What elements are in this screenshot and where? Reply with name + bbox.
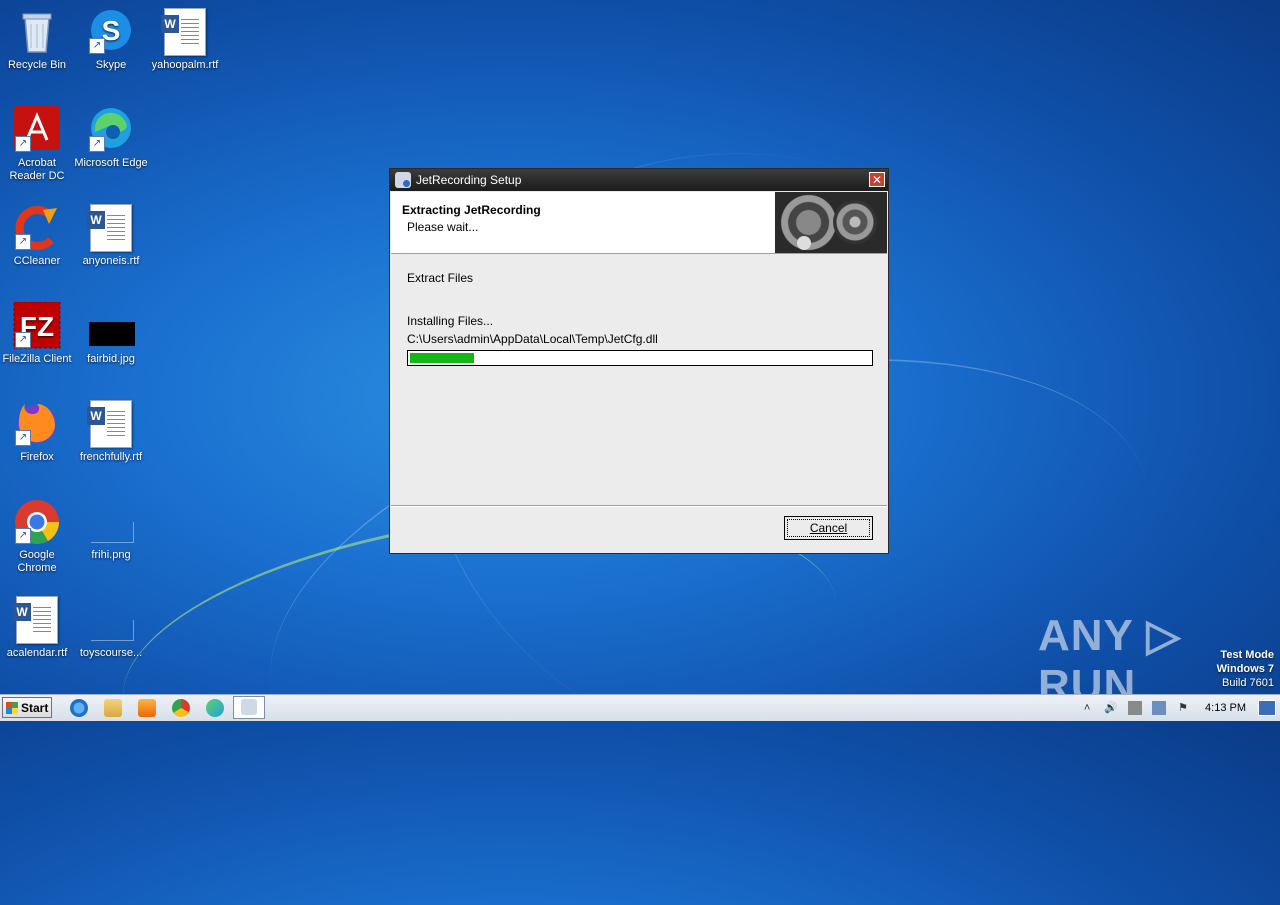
- section-label: Extract Files: [407, 271, 474, 285]
- desktop-icon-skype[interactable]: S ↗ Skype: [74, 8, 148, 72]
- speaker-icon[interactable]: 🔊: [1104, 701, 1118, 715]
- image-thumbnail-icon: [87, 302, 135, 350]
- setup-dialog: JetRecording Setup ✕ Extracting JetRecor…: [389, 168, 889, 554]
- rtf-document-icon: W: [87, 204, 132, 252]
- shortcut-arrow-icon: ↗: [89, 38, 105, 54]
- desktop-icon-toyscourse[interactable]: toyscourse...: [74, 596, 148, 660]
- desktop-icon-acrobat[interactable]: ↗ Acrobat Reader DC: [0, 106, 74, 183]
- dialog-titlebar[interactable]: JetRecording Setup: [390, 169, 888, 191]
- acrobat-reader-icon: ↗: [13, 106, 61, 154]
- shortcut-arrow-icon: ↗: [15, 136, 31, 152]
- recycle-bin-icon: [13, 8, 61, 56]
- test-mode-line: Test Mode: [1220, 649, 1274, 661]
- windows-logo-icon: [6, 701, 18, 714]
- desktop-icon-frihi[interactable]: frihi.png: [74, 498, 148, 562]
- taskbar-setup-window[interactable]: [233, 696, 265, 719]
- rtf-document-icon: W: [161, 8, 206, 56]
- desktop-icon-edge[interactable]: ↗ Microsoft Edge: [74, 106, 148, 170]
- desktop-icon-label: frenchfully.rtf: [79, 451, 143, 463]
- dialog-title: JetRecording Setup: [416, 173, 522, 187]
- dialog-header-panel: Extracting JetRecording Please wait...: [391, 192, 887, 254]
- rtf-document-icon: W: [87, 400, 132, 448]
- shortcut-arrow-icon: ↗: [15, 430, 31, 446]
- show-desktop-button[interactable]: [1258, 700, 1276, 716]
- desktop-icon-label: CCleaner: [13, 255, 61, 267]
- image-thumbnail-icon: [87, 498, 135, 546]
- gears-banner-image: [775, 192, 887, 253]
- footer-divider: [391, 505, 887, 507]
- chrome-icon: ↗: [13, 498, 61, 546]
- desktop-icon-label: acalendar.rtf: [6, 647, 68, 659]
- desktop-icon-label: Skype: [95, 59, 127, 71]
- desktop-icon-label: Recycle Bin: [7, 59, 67, 71]
- desktop-icon-yahoopalm[interactable]: W yahoopalm.rtf: [148, 8, 222, 72]
- desktop-icon-chrome[interactable]: ↗ Google Chrome: [0, 498, 74, 575]
- system-tray: ˄ 🔊 ⚑ 4:13 PM: [1075, 695, 1280, 721]
- status-text: Installing Files...: [407, 314, 494, 328]
- cancel-button-label: Cancel: [809, 521, 848, 535]
- tray-chevron-icon[interactable]: ˄: [1080, 701, 1094, 715]
- desktop-icon-label: Microsoft Edge: [74, 157, 148, 169]
- desktop-icon-label: anyoneis.rtf: [82, 255, 140, 267]
- current-file-path: C:\Users\admin\AppData\Local\Temp\JetCfg…: [407, 332, 658, 346]
- shortcut-arrow-icon: ↗: [15, 528, 31, 544]
- desktop-icon-label: fairbid.jpg: [87, 353, 135, 365]
- desktop-icon-label: Firefox: [20, 451, 54, 463]
- rtf-document-icon: W: [13, 596, 58, 644]
- chrome-icon[interactable]: [172, 699, 190, 717]
- header-title: Extracting JetRecording: [402, 203, 541, 217]
- edge-icon: ↗: [87, 106, 135, 154]
- progress-bar: [407, 350, 873, 366]
- start-label: Start: [21, 700, 49, 715]
- shortcut-arrow-icon: ↗: [15, 332, 31, 348]
- desktop-icon-acalendar[interactable]: W acalendar.rtf: [0, 596, 74, 660]
- cancel-button[interactable]: Cancel: [784, 516, 873, 540]
- desktop-icon-label: frihi.png: [91, 549, 131, 561]
- desktop-icon-anyoneis[interactable]: W anyoneis.rtf: [74, 204, 148, 268]
- skype-icon: S ↗: [87, 8, 135, 56]
- setup-app-icon: [395, 172, 411, 188]
- desktop-icon-ccleaner[interactable]: ↗ CCleaner: [0, 204, 74, 268]
- shortcut-arrow-icon: ↗: [15, 234, 31, 250]
- desktop-icon-firefox[interactable]: ↗ Firefox: [0, 400, 74, 464]
- action-center-flag-icon[interactable]: ⚑: [1176, 701, 1190, 715]
- desktop-icon-label: yahoopalm.rtf: [151, 59, 219, 71]
- test-mode-text: Test Mode Windows 7 Build 7601: [1217, 648, 1274, 690]
- desktop-icon-frenchfully[interactable]: W frenchfully.rtf: [74, 400, 148, 464]
- desktop-icon-label: Acrobat Reader DC: [9, 157, 65, 182]
- display-icon[interactable]: [1152, 701, 1167, 715]
- edge-icon[interactable]: [206, 699, 224, 717]
- header-subtitle: Please wait...: [407, 220, 479, 234]
- windows-version-line: Windows 7: [1216, 663, 1274, 675]
- desktop-icon-fairbid[interactable]: fairbid.jpg: [74, 302, 148, 366]
- build-line: Build 7601: [1222, 677, 1274, 689]
- network-icon[interactable]: [1128, 701, 1143, 715]
- start-button[interactable]: Start: [2, 697, 52, 718]
- file-explorer-icon[interactable]: [104, 699, 122, 717]
- media-player-icon[interactable]: [138, 699, 156, 717]
- image-thumbnail-icon: [87, 596, 135, 644]
- internet-explorer-icon[interactable]: [70, 699, 88, 717]
- firefox-icon: ↗: [13, 400, 61, 448]
- ccleaner-icon: ↗: [13, 204, 61, 252]
- desktop-icon-label: Google Chrome: [17, 549, 57, 574]
- setup-icon: [241, 699, 257, 715]
- desktop-icon-recycle-bin[interactable]: Recycle Bin: [0, 8, 74, 72]
- close-icon: ✕: [871, 173, 883, 187]
- desktop-icon-label: FileZilla Client: [2, 353, 72, 365]
- clock[interactable]: 4:13 PM: [1205, 702, 1246, 714]
- filezilla-icon: FZ ↗: [13, 301, 61, 350]
- close-button[interactable]: ✕: [869, 172, 885, 187]
- progress-fill: [410, 353, 474, 363]
- taskbar: Start ˄ 🔊 ⚑ 4:13 PM: [0, 694, 1280, 721]
- desktop-icon-label: toyscourse...: [79, 647, 143, 659]
- desktop-icon-filezilla[interactable]: FZ ↗ FileZilla Client: [0, 301, 74, 366]
- shortcut-arrow-icon: ↗: [89, 136, 105, 152]
